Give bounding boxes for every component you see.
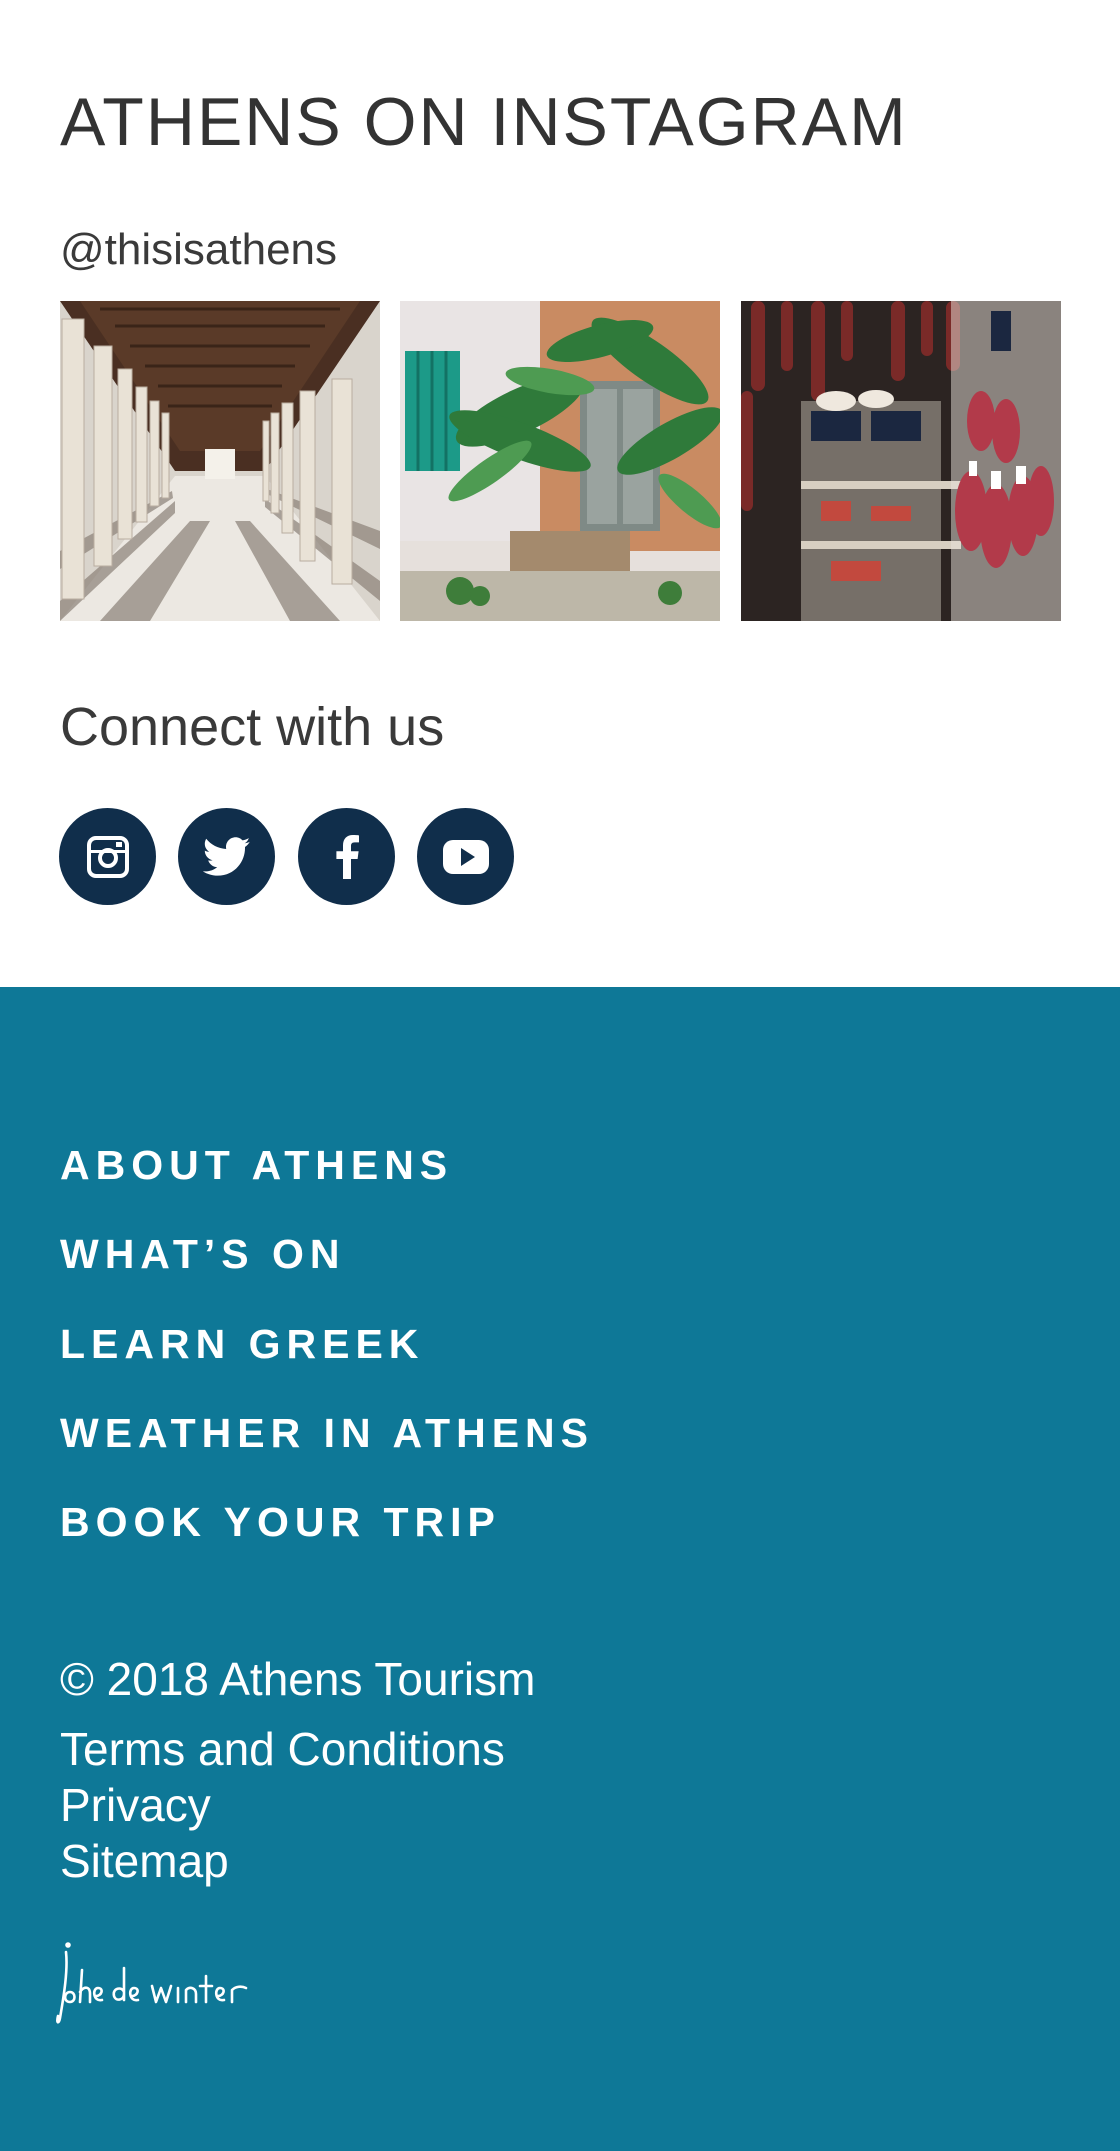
instagram-handle[interactable]: @thisisathens [60,228,337,272]
footer-nav-learn-greek[interactable]: LEARN GREEK [60,1324,424,1365]
footer-nav-book-trip[interactable]: BOOK YOUR TRIP [60,1502,501,1543]
terms-link[interactable]: Terms and Conditions [60,1726,505,1772]
instagram-photo-house[interactable] [400,301,720,621]
facebook-icon[interactable] [298,808,395,905]
twitter-icon[interactable] [178,808,275,905]
footer-nav-whats-on[interactable]: WHAT’S ON [60,1234,346,1275]
copyright-text: © 2018 Athens Tourism [60,1653,536,1705]
instagram-photo-colonnade[interactable] [60,301,380,621]
footer-nav-about-athens[interactable]: ABOUT ATHENS [60,1145,453,1186]
instagram-section: ATHENS ON INSTAGRAM @thisisathens Connec… [0,0,1120,987]
sitemap-link[interactable]: Sitemap [60,1838,229,1884]
designer-signature-logo[interactable] [56,1940,276,2030]
youtube-icon[interactable] [417,808,514,905]
instagram-photo-deli[interactable] [741,301,1061,621]
instagram-title: ATHENS ON INSTAGRAM [60,84,908,160]
instagram-icon[interactable] [59,808,156,905]
privacy-link[interactable]: Privacy [60,1782,211,1828]
footer-nav-weather[interactable]: WEATHER IN ATHENS [60,1413,594,1454]
connect-heading: Connect with us [60,697,445,757]
